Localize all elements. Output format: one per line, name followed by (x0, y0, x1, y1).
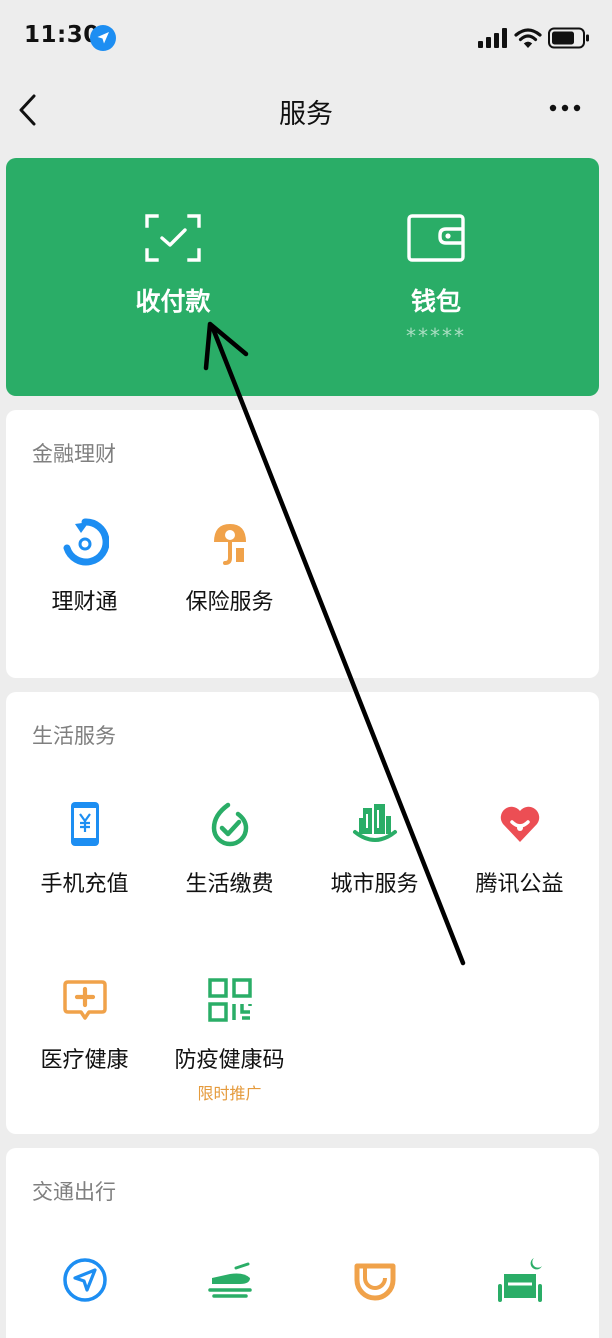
section-title: 生活服务 (32, 724, 116, 748)
service-tile-health-code[interactable]: 防疫健康码 限时推广 (157, 976, 302, 1104)
section-title: 金融理财 (32, 442, 116, 466)
tile-label: 生活缴费 (185, 872, 274, 897)
service-tile-utility-bills[interactable]: 生活缴费 (157, 800, 302, 898)
transport-tile-4[interactable] (447, 1256, 592, 1304)
status-bar: 11:30 (0, 0, 612, 76)
medical-chat-plus-icon (62, 980, 107, 1020)
tile-label: 理财通 (51, 590, 118, 615)
mobile-phone-yuan-icon (70, 802, 99, 846)
tile-label: 保险服务 (185, 590, 274, 615)
pay-collect-button[interactable]: 收付款 (63, 158, 283, 396)
pay-collect-label: 收付款 (135, 287, 211, 316)
wallet-icon (407, 214, 465, 262)
service-tile-tencent-charity[interactable]: 腾讯公益 (447, 800, 592, 898)
service-tile-licaitong[interactable]: 理财通 (12, 518, 157, 616)
life-services-section: 生活服务 手机充值 生活缴费 城市服务 腾讯公益 医疗健康 防疫健康码 限时推广 (6, 692, 599, 1134)
more-options-icon[interactable] (548, 98, 582, 118)
wallet-balance-masked: ***** (406, 324, 466, 348)
cellular-signal-icon (478, 28, 507, 48)
transport-tile-3[interactable] (302, 1256, 447, 1304)
nav-bar: 服务 (0, 76, 612, 144)
wallet-card: 收付款 钱包 ***** (6, 158, 599, 396)
transport-section: 交通出行 (6, 1148, 599, 1338)
wallet-label: 钱包 (410, 287, 461, 316)
tile-label: 腾讯公益 (475, 872, 564, 897)
service-tile-insurance[interactable]: 保险服务 (157, 518, 302, 616)
charity-heart-icon (500, 806, 539, 842)
finance-section: 金融理财 理财通 保险服务 (6, 410, 599, 678)
transport-tile-2[interactable] (157, 1256, 302, 1304)
location-arrow-icon (90, 25, 116, 51)
tile-label: 医疗健康 (40, 1048, 129, 1073)
promo-badge: 限时推广 (197, 1084, 262, 1103)
wifi-icon (514, 28, 542, 48)
section-title: 交通出行 (32, 1180, 116, 1204)
city-buildings-icon (352, 804, 397, 842)
qr-code-icon (207, 978, 252, 1022)
navigation-arrow-icon (62, 1258, 107, 1302)
hotel-bed-moon-icon (497, 1258, 542, 1302)
tile-label: 防疫健康码 (174, 1048, 285, 1073)
battery-icon (548, 27, 589, 49)
service-tile-mobile-topup[interactable]: 手机充值 (12, 800, 157, 898)
service-tile-healthcare[interactable]: 医疗健康 (12, 976, 157, 1074)
utility-leaf-check-icon (211, 802, 248, 847)
didi-ride-icon (354, 1263, 395, 1301)
service-tile-city-services[interactable]: 城市服务 (302, 800, 447, 898)
tile-label: 城市服务 (330, 872, 419, 897)
status-time: 11:30 (24, 22, 100, 48)
page-title: 服务 (279, 99, 333, 130)
insurance-umbrella-icon (213, 524, 246, 565)
wallet-button[interactable]: 钱包 ***** (326, 158, 546, 396)
high-speed-train-icon (207, 1262, 252, 1298)
licaitong-icon (63, 518, 109, 566)
scan-check-icon (145, 214, 201, 262)
transport-tile-1[interactable] (12, 1256, 157, 1304)
tile-label: 手机充值 (40, 872, 129, 897)
